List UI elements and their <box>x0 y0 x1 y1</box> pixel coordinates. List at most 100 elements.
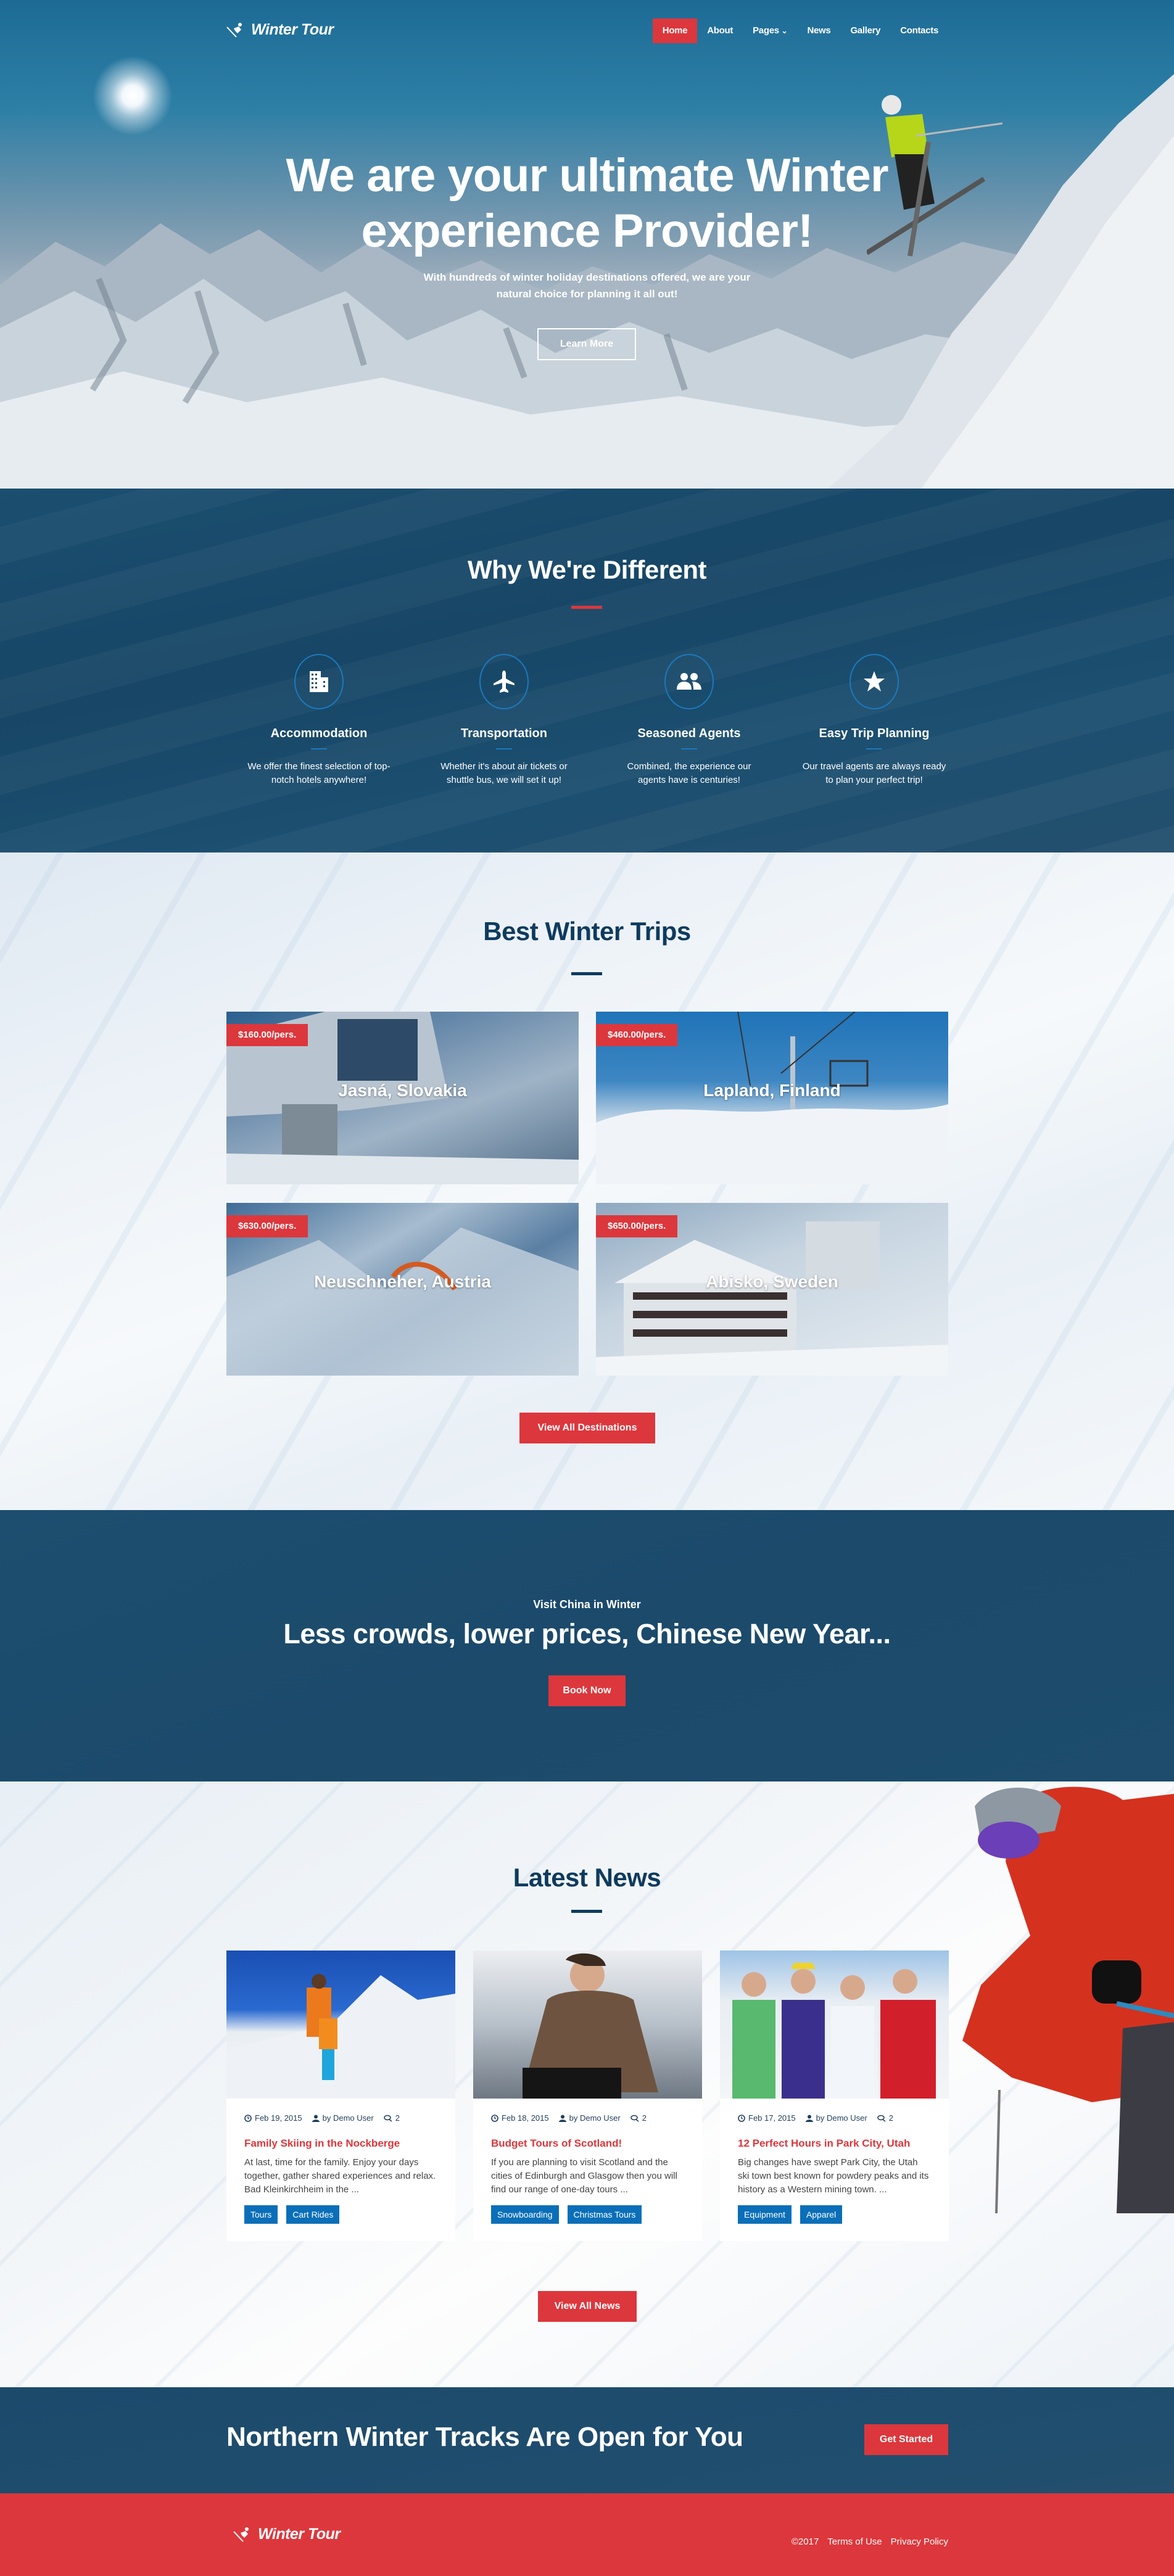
footer-brand-logo[interactable]: Winter Tour <box>233 2525 341 2543</box>
feature-text: Whether it's about air tickets or shuttl… <box>440 761 568 785</box>
news-image[interactable] <box>473 1951 702 2099</box>
site-footer: Winter Tour ©2017 Terms of Use Privacy P… <box>0 2493 1174 2576</box>
latest-news-title: Latest News <box>513 1863 661 1892</box>
post-author-text[interactable]: by Demo User <box>323 2113 374 2123</box>
hero-title: We are your ultimate Winter experience P… <box>0 148 1174 259</box>
get-started-button[interactable]: Get Started <box>864 2424 948 2455</box>
post-author-text[interactable]: by Demo User <box>569 2113 621 2123</box>
post-meta: Feb 19, 2015 by Demo User 2 <box>244 2113 437 2123</box>
trip-card[interactable]: $460.00/pers. Lapland, Finland <box>596 1012 948 1184</box>
post-comments[interactable]: 2 <box>383 2113 400 2123</box>
news-image[interactable] <box>226 1951 455 2099</box>
feature-title: Accommodation <box>270 727 368 740</box>
feature-title: Seasoned Agents <box>637 727 741 740</box>
post-title[interactable]: Budget Tours of Scotland! <box>491 2137 684 2150</box>
feature-icon-ring <box>294 654 344 709</box>
post-author: by Demo User <box>558 2113 621 2123</box>
family-skiing-illustration <box>226 1974 455 2099</box>
skier-logo-icon <box>226 22 242 38</box>
post-excerpt: If you are planning to visit Scotland an… <box>491 2157 677 2195</box>
news-card-body: Feb 18, 2015 by Demo User 2 Budget Tours… <box>473 2099 702 2241</box>
post-comments[interactable]: 2 <box>630 2113 647 2123</box>
airplane-icon <box>494 671 515 693</box>
post-author-text[interactable]: by Demo User <box>816 2113 867 2123</box>
user-icon <box>312 2115 320 2122</box>
nav-item-news[interactable]: News <box>797 19 840 43</box>
features-list: Accommodation We offer the finest select… <box>226 654 967 787</box>
feature-title: Transportation <box>460 727 547 740</box>
news-image[interactable] <box>720 1951 949 2099</box>
user-icon <box>805 2115 813 2122</box>
latest-news-section: Latest News Feb 19, 2015 by Demo User 2 … <box>0 1781 1174 2387</box>
best-trips-title: Best Winter Trips <box>483 917 691 946</box>
trip-card[interactable]: $650.00/pers. Abisko, Sweden <box>596 1203 948 1376</box>
post-date-text: Feb 19, 2015 <box>255 2113 302 2123</box>
feature-underline <box>681 748 697 749</box>
tag-link[interactable]: Equipment <box>738 2205 792 2224</box>
trip-card[interactable]: $160.00/pers. Jasná, Slovakia <box>226 1012 579 1184</box>
terms-of-use-link[interactable]: Terms of Use <box>827 2537 882 2547</box>
post-meta: Feb 17, 2015 by Demo User 2 <box>738 2113 931 2123</box>
post-date: Feb 18, 2015 <box>491 2113 549 2123</box>
star-icon <box>864 671 885 691</box>
price-badge: $460.00/pers. <box>596 1024 678 1046</box>
feature-easy-trip-planning: Easy Trip Planning Our travel agents are… <box>782 654 967 787</box>
china-promo-section: Visit China in Winter Less crowds, lower… <box>0 1510 1174 1781</box>
post-excerpt: Big changes have swept Park City, the Ut… <box>738 2157 929 2195</box>
brand-logo[interactable]: Winter Tour <box>226 21 334 39</box>
comments-icon <box>877 2115 886 2122</box>
why-different-title: Why We're Different <box>467 555 707 584</box>
nav-item-pages[interactable]: Pages ⌄ <box>743 19 797 43</box>
feature-text: Combined, the experience our agents have… <box>627 761 751 785</box>
post-date-text: Feb 18, 2015 <box>502 2113 549 2123</box>
tag-link[interactable]: Cart Rides <box>286 2205 340 2224</box>
price-badge: $160.00/pers. <box>226 1024 308 1046</box>
hero-title-line1: We are your ultimate Winter <box>286 149 888 202</box>
people-icon <box>677 673 701 690</box>
post-tags: Equipment Apparel <box>738 2205 931 2224</box>
tag-link[interactable]: Snowboarding <box>491 2205 559 2224</box>
news-card-body: Feb 17, 2015 by Demo User 2 12 Perfect H… <box>720 2099 949 2241</box>
post-author: by Demo User <box>312 2113 374 2123</box>
feature-transportation: Transportation Whether it's about air ti… <box>411 654 597 787</box>
hero-subtitle-line2: natural choice for planning it all out! <box>496 288 678 300</box>
privacy-policy-link[interactable]: Privacy Policy <box>891 2537 948 2547</box>
why-different-section: Why We're Different Accommodation We off… <box>0 489 1174 852</box>
promo-title: Less crowds, lower prices, Chinese New Y… <box>283 1618 891 1649</box>
nav-item-about[interactable]: About <box>697 19 743 43</box>
chevron-down-icon: ⌄ <box>781 27 788 35</box>
learn-more-button[interactable]: Learn More <box>537 328 636 360</box>
post-comments[interactable]: 2 <box>877 2113 893 2123</box>
snow-texture-overlay <box>0 852 1174 1510</box>
comments-icon <box>383 2115 392 2122</box>
tag-link[interactable]: Christmas Tours <box>567 2205 642 2224</box>
feature-underline <box>311 748 327 749</box>
trip-name: Abisko, Sweden <box>706 1272 838 1291</box>
post-title[interactable]: Family Skiing in the Nockberge <box>244 2137 437 2150</box>
copyright: ©2017 <box>791 2537 819 2547</box>
view-all-news-button[interactable]: View All News <box>538 2291 637 2322</box>
post-meta: Feb 18, 2015 by Demo User 2 <box>491 2113 684 2123</box>
tracks-banner-section: Northern Winter Tracks Are Open for You … <box>0 2387 1174 2493</box>
trip-name: Lapland, Finland <box>703 1081 841 1100</box>
post-title[interactable]: 12 Perfect Hours in Park City, Utah <box>738 2137 931 2150</box>
tag-link[interactable]: Tours <box>244 2205 278 2224</box>
feature-text: We offer the finest selection of top-not… <box>247 761 391 785</box>
news-card-body: Feb 19, 2015 by Demo User 2 Family Skiin… <box>226 2099 455 2241</box>
nav-item-gallery[interactable]: Gallery <box>840 19 890 43</box>
book-now-button[interactable]: Book Now <box>548 1675 626 1706</box>
view-all-destinations-button[interactable]: View All Destinations <box>519 1413 655 1443</box>
post-tags: Tours Cart Rides <box>244 2205 437 2224</box>
building-icon <box>310 671 328 692</box>
nav-item-home[interactable]: Home <box>652 19 698 43</box>
trip-card[interactable]: $630.00/pers. Neuschneher, Austria <box>226 1203 579 1376</box>
best-trips-section: Best Winter Trips $160.00/pers. Jasná, S… <box>0 852 1174 1510</box>
trip-name: Jasná, Slovakia <box>338 1081 467 1100</box>
news-card: Feb 17, 2015 by Demo User 2 12 Perfect H… <box>720 1951 949 2241</box>
clock-icon <box>491 2114 498 2122</box>
tag-link[interactable]: Apparel <box>800 2205 843 2224</box>
nav-item-pages-label: Pages <box>753 25 779 36</box>
nav-item-contacts[interactable]: Contacts <box>890 19 948 43</box>
tracks-banner-title: Northern Winter Tracks Are Open for You <box>226 2422 743 2452</box>
post-tags: Snowboarding Christmas Tours <box>491 2205 684 2224</box>
